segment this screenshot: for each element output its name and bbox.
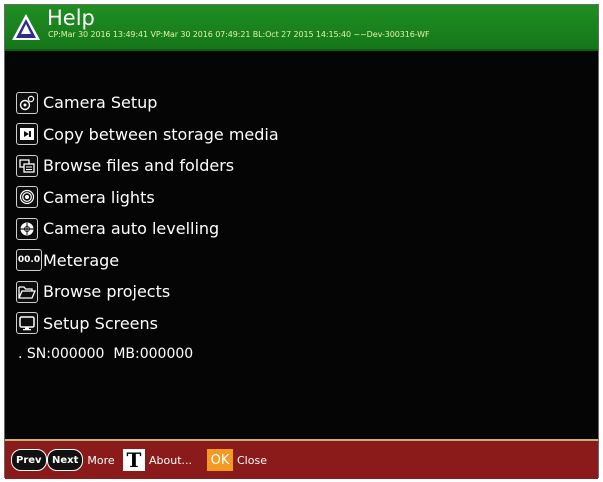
- menu-item-meterage[interactable]: 00.0 Meterage: [16, 245, 279, 277]
- ok-key: OK: [207, 449, 233, 471]
- close-label: Close: [237, 453, 267, 467]
- folder-open-icon: [16, 280, 38, 303]
- about-label: About...: [149, 453, 193, 467]
- next-more-button[interactable]: Next More: [47, 449, 115, 471]
- footer-bar: Prev Next More T About... OK Close: [5, 439, 598, 479]
- camera-setup-icon: [16, 91, 38, 114]
- help-menu: Camera Setup Copy between storage media …: [16, 87, 279, 339]
- title-bar: Help CP:Mar 30 2016 13:49:41 VP:Mar 30 2…: [5, 5, 598, 51]
- prev-button[interactable]: Prev: [11, 449, 47, 471]
- menu-item-copy-media[interactable]: Copy between storage media: [16, 119, 279, 151]
- page-title: Help: [47, 6, 95, 30]
- close-button[interactable]: OK Close: [207, 449, 267, 471]
- menu-item-label: Browse projects: [43, 282, 171, 302]
- menu-item-label: Camera lights: [43, 187, 155, 207]
- menu-item-auto-levelling[interactable]: Camera auto levelling: [16, 213, 279, 245]
- menu-item-label: Camera Setup: [43, 93, 158, 113]
- build-info: CP:Mar 30 2016 13:49:41 VP:Mar 30 2016 0…: [48, 30, 430, 39]
- prev-key: Prev: [11, 449, 47, 471]
- menu-item-label: Browse files and folders: [43, 156, 235, 176]
- camera-lights-icon: [16, 186, 38, 209]
- copy-media-icon: [16, 123, 38, 146]
- meterage-icon: 00.0: [16, 249, 42, 272]
- about-button[interactable]: T About...: [123, 448, 193, 472]
- serial-info: . SN:000000 MB:000000: [18, 346, 194, 362]
- menu-item-browse-files[interactable]: Browse files and folders: [16, 150, 279, 182]
- app-logo-icon: [12, 14, 40, 40]
- auto-level-icon: [16, 217, 38, 240]
- about-key: T: [123, 448, 145, 472]
- next-key: Next: [47, 449, 84, 471]
- menu-item-setup-screens[interactable]: Setup Screens: [16, 308, 279, 340]
- menu-item-browse-projects[interactable]: Browse projects: [16, 276, 279, 308]
- menu-item-label: Copy between storage media: [43, 124, 279, 144]
- monitor-icon: [16, 312, 38, 335]
- help-window: Help CP:Mar 30 2016 13:49:41 VP:Mar 30 2…: [4, 4, 599, 479]
- menu-item-camera-setup[interactable]: Camera Setup: [16, 87, 279, 119]
- menu-item-label: Meterage: [43, 250, 120, 270]
- browse-files-icon: [16, 154, 38, 177]
- menu-item-label: Setup Screens: [43, 313, 158, 333]
- menu-item-label: Camera auto levelling: [43, 219, 220, 239]
- menu-item-camera-lights[interactable]: Camera lights: [16, 182, 279, 214]
- more-label: More: [87, 453, 115, 467]
